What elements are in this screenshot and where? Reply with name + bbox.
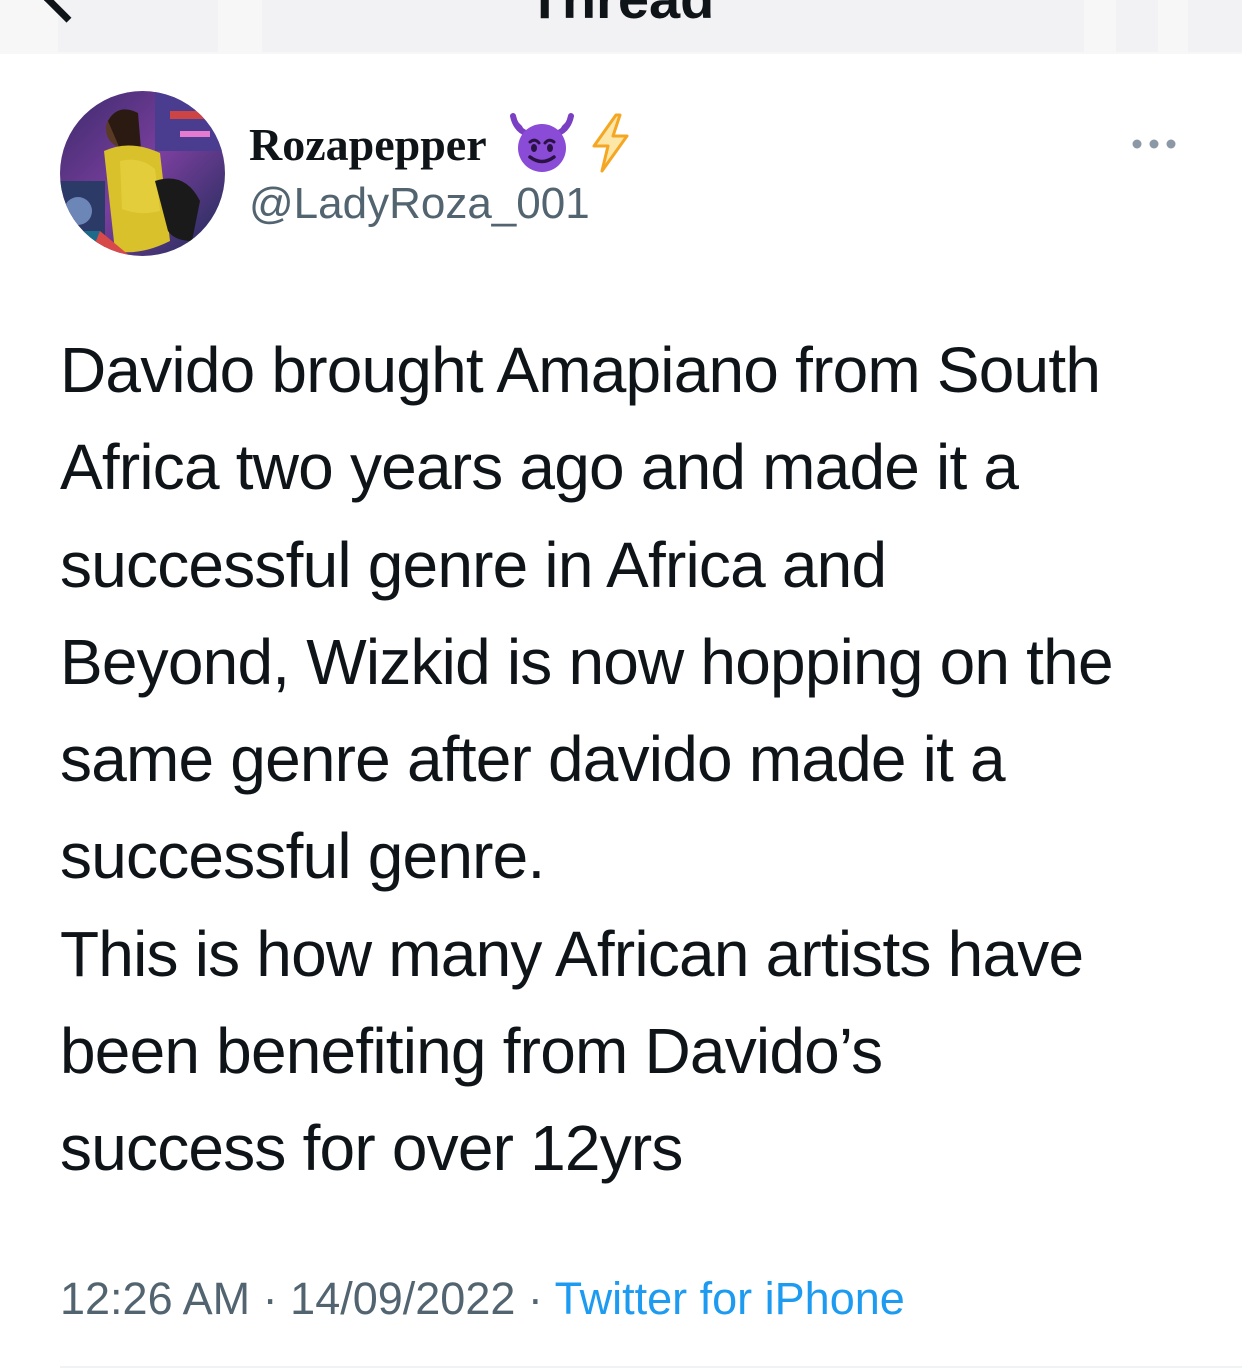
tweet-source-link[interactable]: Twitter for iPhone xyxy=(555,1273,905,1324)
lightning-bolt-icon xyxy=(592,113,629,173)
nav-title: Thread xyxy=(0,0,1242,31)
avatar-image xyxy=(60,91,225,256)
tweet-time: 12:26 AM xyxy=(60,1273,251,1324)
author-display-name[interactable]: Rozapepper xyxy=(249,119,487,171)
avatar[interactable] xyxy=(60,91,225,256)
meta-separator: · xyxy=(527,1273,543,1324)
top-nav-bar: Thread xyxy=(0,0,1242,54)
tweet-date: 14/09/2022 xyxy=(290,1273,516,1324)
meta-separator: · xyxy=(262,1273,278,1324)
tweet-meta: 12:26 AM · 14/09/2022 · Twitter for iPho… xyxy=(60,1270,905,1328)
divider xyxy=(60,1366,1242,1368)
more-options-icon[interactable] xyxy=(1128,134,1180,154)
author-handle[interactable]: @LadyRoza_001 xyxy=(249,178,590,230)
tweet-text: Davido brought Amapiano from South Afric… xyxy=(60,334,1114,1185)
smiling-devil-icon xyxy=(510,113,574,172)
